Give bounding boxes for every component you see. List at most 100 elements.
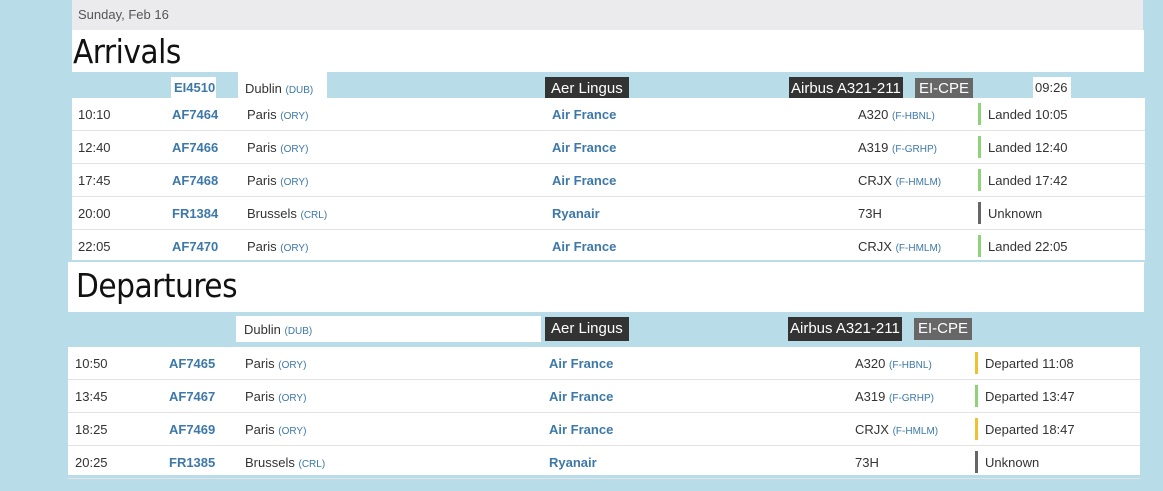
row-time: 18:25	[75, 422, 108, 437]
row-city-code[interactable]: (ORY)	[280, 243, 308, 254]
dep-header-airline-tag: Aer Lingus	[545, 317, 629, 341]
table-row[interactable]: 12:40 AF7466 Paris (ORY) Air France A319 (F-…	[72, 131, 1145, 164]
row-status: Landed 22:05	[978, 230, 1068, 263]
arrivals-title: Arrivals	[72, 30, 1144, 72]
row-city-code[interactable]: (ORY)	[280, 177, 308, 188]
row-city-code[interactable]: (CRL)	[300, 210, 327, 221]
row-aircraft: 73H	[855, 455, 879, 470]
dep-header-aircraft-tag: Airbus A321-211	[788, 317, 902, 341]
row-airline-link[interactable]: Air France	[549, 347, 613, 380]
header-flight-cell[interactable]: EI4510	[171, 77, 216, 98]
row-city-code[interactable]: (ORY)	[278, 393, 306, 404]
row-city-code[interactable]: (CRL)	[298, 459, 325, 470]
row-registration[interactable]: (F-HMLM)	[896, 243, 942, 254]
departures-title: Departures	[68, 262, 1144, 312]
header-registration-tag: EI-CPE	[915, 78, 974, 100]
row-city: Paris	[245, 356, 275, 371]
row-city-cell: Brussels (CRL)	[247, 197, 327, 232]
row-time: 12:40	[78, 140, 111, 155]
row-status: Departed 11:08	[975, 347, 1074, 380]
row-city: Paris	[247, 173, 277, 188]
row-flight-link[interactable]: AF7469	[169, 413, 215, 446]
table-row[interactable]: 17:45 AF7468 Paris (ORY) Air France CRJX (F-…	[72, 164, 1145, 197]
header-time: 09:26	[1033, 77, 1071, 98]
row-city: Paris	[245, 422, 275, 437]
row-city: Paris	[247, 140, 277, 155]
row-city: Brussels	[247, 206, 297, 221]
row-flight-link[interactable]: FR1385	[169, 446, 215, 479]
row-aircraft-cell: CRJX (F-HMLM)	[855, 413, 938, 448]
row-city-cell: Paris (ORY)	[245, 347, 306, 382]
row-flight-link[interactable]: AF7464	[172, 98, 218, 131]
row-city-cell: Brussels (CRL)	[245, 446, 325, 481]
row-time: 22:05	[78, 239, 111, 254]
row-time: 20:25	[75, 455, 108, 470]
row-city: Paris	[245, 389, 275, 404]
row-airline-link[interactable]: Air France	[552, 98, 616, 131]
row-city-code[interactable]: (ORY)	[278, 360, 306, 371]
row-aircraft: CRJX	[858, 173, 892, 188]
row-city-code[interactable]: (ORY)	[280, 144, 308, 155]
row-registration[interactable]: (F-GRHP)	[889, 393, 934, 404]
row-airline-link[interactable]: Air France	[552, 131, 616, 164]
row-city-code[interactable]: (ORY)	[278, 426, 306, 437]
row-aircraft: A319	[855, 389, 886, 404]
header-city: Dublin	[245, 81, 282, 96]
row-status: Unknown	[978, 197, 1042, 230]
table-row[interactable]: 18:25 AF7469 Paris (ORY) Air France CRJX (F-…	[68, 413, 1140, 446]
table-row[interactable]: 10:10 AF7464 Paris (ORY) Air France A320 (F-…	[72, 98, 1145, 131]
row-flight-link[interactable]: AF7467	[169, 380, 215, 413]
table-row[interactable]: 22:05 AF7470 Paris (ORY) Air France CRJX (F-…	[72, 230, 1145, 263]
row-airline-link[interactable]: Air France	[552, 230, 616, 263]
row-aircraft-cell: A320 (F-HBNL)	[858, 98, 935, 133]
row-airline-link[interactable]: Air France	[549, 413, 613, 446]
table-row[interactable]: 20:00 FR1384 Brussels (CRL) Ryanair 73H Unkn…	[72, 197, 1145, 230]
row-registration[interactable]: (F-HMLM)	[896, 177, 942, 188]
row-aircraft-cell: A319 (F-GRHP)	[858, 131, 937, 166]
row-registration[interactable]: (F-HBNL)	[889, 360, 932, 371]
row-flight-link[interactable]: AF7465	[169, 347, 215, 380]
row-airline-link[interactable]: Ryanair	[549, 446, 597, 479]
table-row[interactable]: 10:50 AF7465 Paris (ORY) Air France A320 (F-…	[68, 347, 1140, 380]
dep-header-city-code[interactable]: (DUB)	[284, 326, 312, 337]
row-flight-link[interactable]: FR1384	[172, 197, 218, 230]
header-flight-link[interactable]: EI4510	[174, 80, 215, 95]
row-time: 13:45	[75, 389, 108, 404]
row-status: Unknown	[975, 446, 1039, 479]
row-aircraft-cell: 73H	[855, 446, 879, 481]
row-city-cell: Paris (ORY)	[247, 164, 308, 199]
table-row[interactable]: 13:45 AF7467 Paris (ORY) Air France A319 (F-…	[68, 380, 1140, 413]
row-status: Landed 12:40	[978, 131, 1068, 164]
row-time: 20:00	[78, 206, 111, 221]
header-city-code[interactable]: (DUB)	[285, 85, 313, 96]
row-registration[interactable]: (F-GRHP)	[892, 144, 937, 155]
row-aircraft: CRJX	[855, 422, 889, 437]
row-city: Brussels	[245, 455, 295, 470]
row-city-cell: Paris (ORY)	[247, 230, 308, 265]
row-aircraft: CRJX	[858, 239, 892, 254]
row-city: Paris	[247, 107, 277, 122]
dep-header-city: Dublin	[244, 322, 281, 337]
row-registration[interactable]: (F-HBNL)	[892, 111, 935, 122]
row-city-code[interactable]: (ORY)	[280, 111, 308, 122]
row-time: 10:50	[75, 356, 108, 371]
row-flight-link[interactable]: AF7468	[172, 164, 218, 197]
row-flight-link[interactable]: AF7466	[172, 131, 218, 164]
row-city-cell: Paris (ORY)	[247, 98, 308, 133]
row-city-cell: Paris (ORY)	[247, 131, 308, 166]
dep-header-city-cell: Dublin (DUB)	[236, 316, 541, 342]
row-city: Paris	[247, 239, 277, 254]
row-airline-link[interactable]: Air France	[552, 164, 616, 197]
row-status: Departed 13:47	[975, 380, 1075, 413]
row-status: Landed 17:42	[978, 164, 1068, 197]
row-aircraft: A320	[858, 107, 889, 122]
row-airline-link[interactable]: Ryanair	[552, 197, 600, 230]
row-aircraft-cell: 73H	[858, 197, 882, 232]
table-row[interactable]: 20:25 FR1385 Brussels (CRL) Ryanair 73H Unkn…	[68, 446, 1140, 479]
row-time: 17:45	[78, 173, 111, 188]
row-aircraft: A319	[858, 140, 889, 155]
row-status: Landed 10:05	[978, 98, 1068, 131]
row-flight-link[interactable]: AF7470	[172, 230, 218, 263]
row-airline-link[interactable]: Air France	[549, 380, 613, 413]
row-registration[interactable]: (F-HMLM)	[893, 426, 939, 437]
